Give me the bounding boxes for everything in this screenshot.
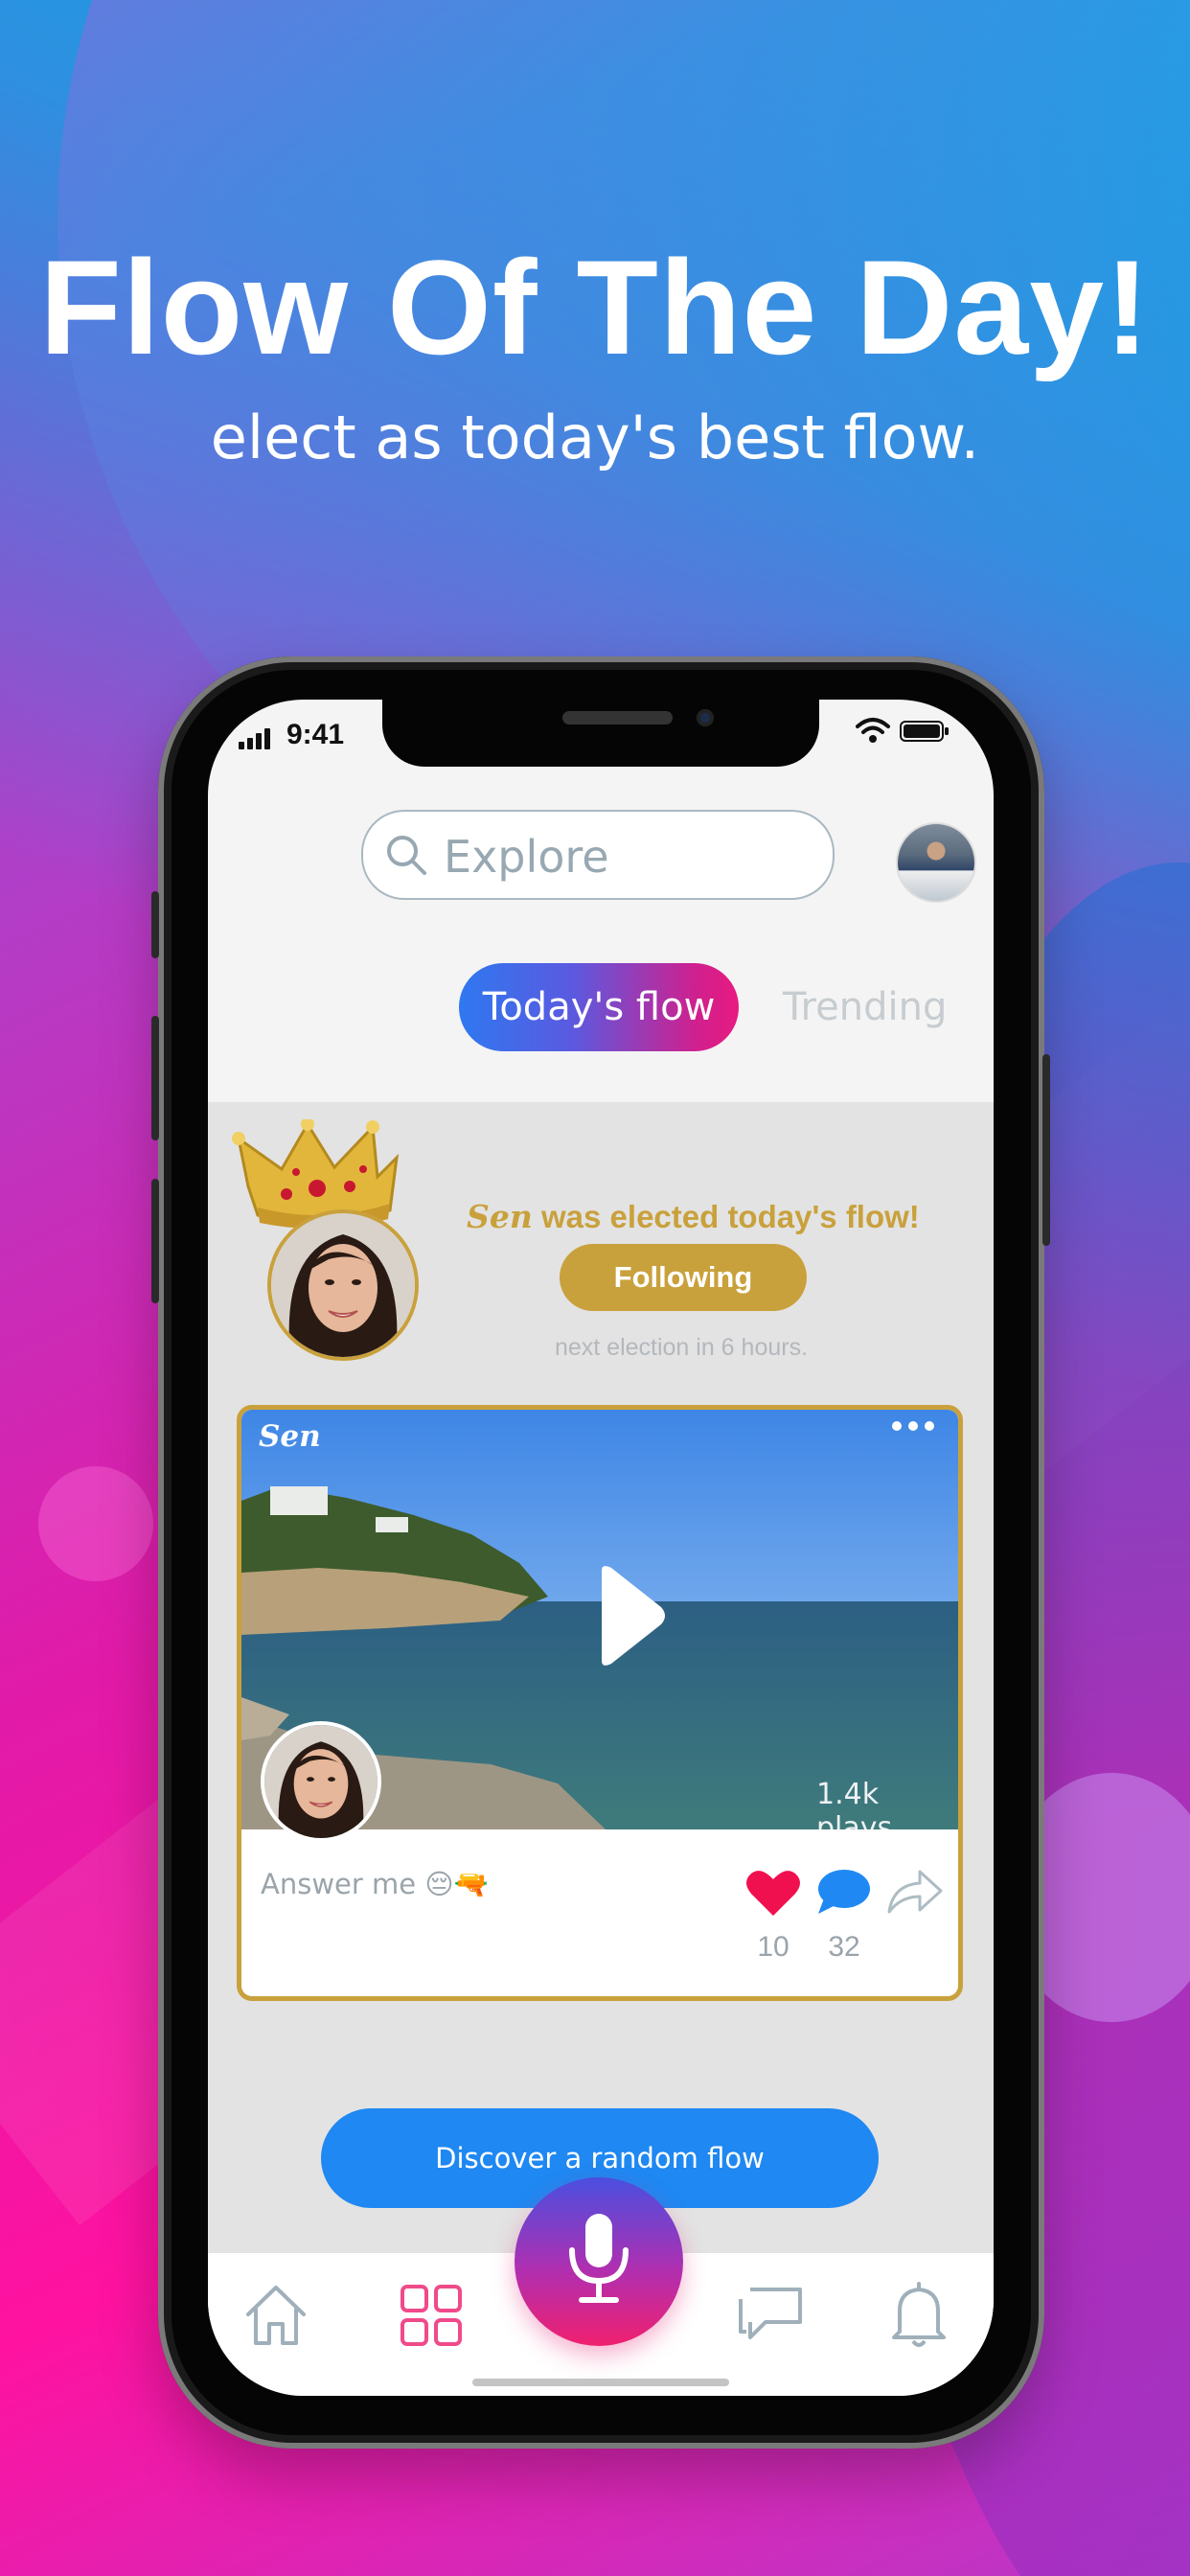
more-options-icon[interactable] (889, 1419, 937, 1433)
post-username[interactable]: Sen (259, 1419, 321, 1454)
post-card: Sen 1.4k plays Answer me 😔🔫 10 32 (237, 1405, 963, 2001)
winner-photo (271, 1213, 415, 1357)
signal-icon (239, 726, 277, 749)
share-icon[interactable] (885, 1868, 943, 1916)
background-dot-left (38, 1466, 153, 1581)
notch (382, 700, 819, 767)
like-count: 10 (757, 1931, 790, 1963)
winner-avatar[interactable] (267, 1209, 419, 1361)
following-button[interactable]: Following (560, 1244, 807, 1311)
play-count: 1.4k plays (816, 1778, 893, 1829)
status-time: 9:41 (286, 719, 345, 750)
volume-up-button (151, 1016, 159, 1140)
battery-icon (900, 721, 949, 742)
bell-icon[interactable] (890, 2280, 948, 2349)
silent-switch (151, 891, 159, 958)
microphone-icon (569, 2214, 629, 2303)
elected-text: was elected today's flow! (541, 1199, 920, 1234)
power-button (1042, 1054, 1050, 1246)
wifi-icon (856, 718, 890, 743)
search-placeholder: Explore (444, 831, 609, 883)
home-indicator (472, 2379, 729, 2386)
promo-headline: Flow Of The Day! (39, 232, 1151, 382)
search-input[interactable]: Explore (361, 810, 835, 900)
tab-todays-flow[interactable]: Today's flow (459, 963, 739, 1051)
speaker-grill (562, 711, 673, 724)
feed-tabs: Today's flow Trending (208, 963, 994, 1059)
volume-down-button (151, 1179, 159, 1303)
promo-subline: elect as today's best flow. (210, 402, 980, 472)
chat-icon[interactable] (737, 2284, 804, 2345)
winner-name[interactable]: Sen (467, 1198, 533, 1235)
record-button[interactable] (515, 2177, 683, 2346)
heart-icon[interactable] (745, 1868, 801, 1918)
post-caption: Answer me 😔🔫 (261, 1868, 489, 1900)
grid-icon[interactable] (400, 2284, 463, 2347)
front-camera (697, 709, 714, 726)
post-author-avatar[interactable] (261, 1721, 381, 1842)
next-election-text: next election in 6 hours. (554, 1334, 809, 1361)
profile-avatar[interactable] (896, 822, 976, 903)
elected-message: Sen was elected today's flow! (467, 1198, 920, 1235)
home-icon[interactable] (242, 2282, 309, 2349)
search-icon (387, 836, 426, 875)
comment-icon[interactable] (816, 1868, 872, 1918)
app-screen: 9:41 Explore Today's flow Trending Sen w… (208, 700, 994, 2396)
comment-count: 32 (828, 1931, 860, 1963)
feed-content: Sen was elected today's flow! Following … (208, 1102, 994, 2252)
tab-trending[interactable]: Trending (783, 963, 965, 1051)
post-author-photo (264, 1725, 378, 1838)
play-icon[interactable] (592, 1563, 669, 1668)
